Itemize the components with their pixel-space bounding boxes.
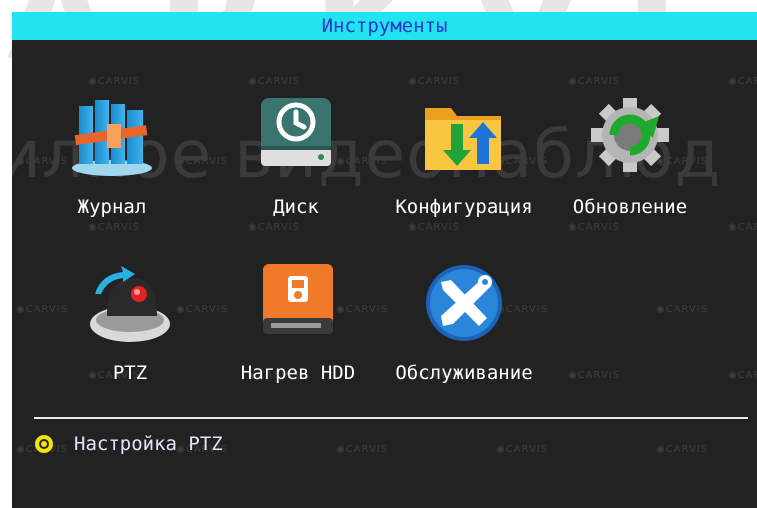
menu-item-label: Обновление (572, 196, 688, 218)
menu-item-label: Обслуживание (395, 362, 533, 384)
update-gear-icon (591, 98, 669, 172)
ptz-camera-icon (90, 266, 170, 342)
menu-item-label: PTZ (112, 362, 148, 384)
brand-watermark: ◉CARVIS (568, 370, 621, 381)
window-title: Инструменты (12, 12, 757, 40)
brand-watermark: ◉CARVIS (248, 76, 301, 87)
brand-watermark: ◉CARVIS (728, 222, 757, 233)
menu-item-label: Диск (273, 196, 319, 218)
brand-watermark: ◉CARVIS (568, 76, 621, 87)
menu-item-journal[interactable]: Журнал (22, 94, 202, 246)
menu-item-configuration[interactable]: Конфигурация (374, 94, 554, 246)
config-folder-icon (425, 108, 501, 170)
status-text: Настройка PTZ (74, 433, 223, 455)
brand-watermark: ◉CARVIS (728, 370, 757, 381)
menu-item-label: Журнал (77, 196, 147, 218)
brand-watermark: ◉CARVIS (656, 444, 709, 455)
menu-item-label: Конфигурация (395, 196, 533, 218)
menu-item-disk[interactable]: Диск (206, 94, 386, 246)
maintenance-tools-icon (426, 265, 502, 341)
brand-watermark: ◉CARVIS (728, 76, 757, 87)
tools-window: Инструменты илное видеонаблюд ◉CARVIS ◉CA… (12, 12, 757, 508)
disk-drive-icon (261, 98, 331, 166)
brand-watermark: ◉CARVIS (336, 444, 389, 455)
radio-bullet-icon (35, 435, 53, 453)
menu-item-label: Нагрев HDD (240, 362, 356, 384)
status-divider (34, 417, 748, 419)
brand-watermark: ◉CARVIS (656, 304, 709, 315)
menu-item-update[interactable]: Обновление (540, 94, 720, 246)
hdd-heater-icon (263, 264, 333, 334)
journal-books-icon (72, 100, 152, 176)
brand-watermark: ◉CARVIS (88, 76, 141, 87)
menu-item-maintenance[interactable]: Обслуживание (374, 260, 554, 412)
menu-item-hdd-heater[interactable]: Нагрев HDD (208, 260, 388, 412)
menu-item-ptz[interactable]: PTZ (40, 260, 220, 412)
brand-watermark: ◉CARVIS (408, 76, 461, 87)
brand-watermark: ◉CARVIS (496, 444, 549, 455)
